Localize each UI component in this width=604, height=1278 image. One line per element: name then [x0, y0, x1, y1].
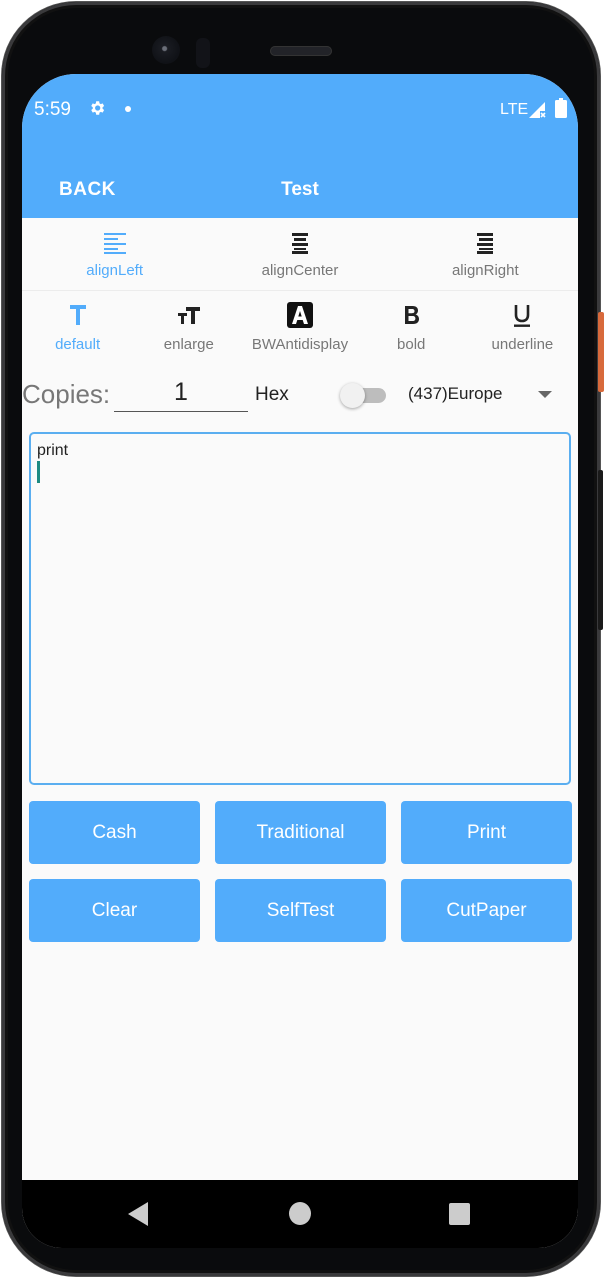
align-left-option[interactable]: alignLeft: [22, 218, 207, 290]
style-bold-label: bold: [397, 336, 426, 353]
signal-no-service-icon: [529, 102, 546, 118]
status-time: 5:59: [34, 99, 71, 120]
align-center-label: alignCenter: [261, 262, 339, 279]
clear-button[interactable]: Clear: [29, 879, 200, 942]
alignment-selector: alignLeft alignCenter alignRight: [22, 218, 578, 291]
style-enlarge-option[interactable]: enlarge: [133, 292, 244, 364]
battery-icon: [555, 98, 567, 118]
proximity-sensor: [196, 38, 210, 68]
text-style-selector: default enlarge BWAntidisplay bold under…: [22, 292, 578, 364]
style-bwantidisplay-option[interactable]: BWAntidisplay: [244, 292, 355, 364]
nav-back-icon[interactable]: [128, 1202, 148, 1226]
align-center-option[interactable]: alignCenter: [207, 218, 392, 290]
align-right-icon: [477, 233, 494, 254]
style-default-label: default: [55, 336, 101, 353]
style-bold-option[interactable]: bold: [356, 292, 467, 364]
selftest-button[interactable]: SelfTest: [215, 879, 386, 942]
style-underline-option[interactable]: underline: [467, 292, 578, 364]
cutpaper-button[interactable]: CutPaper: [401, 879, 572, 942]
action-buttons: Cash Traditional Print Clear SelfTest Cu…: [29, 801, 572, 942]
nav-recents-icon[interactable]: [449, 1203, 470, 1225]
earpiece-speaker: [270, 46, 332, 56]
hex-label: Hex: [255, 384, 289, 405]
gear-icon: [91, 101, 105, 115]
align-right-option[interactable]: alignRight: [393, 218, 578, 290]
power-button: [598, 312, 604, 392]
copies-input[interactable]: [114, 374, 248, 412]
volume-button: [598, 470, 603, 630]
style-enlarge-label: enlarge: [163, 336, 214, 353]
hex-toggle-thumb: [340, 383, 365, 408]
text-default-icon: [69, 305, 86, 325]
align-center-icon: [291, 233, 308, 254]
style-default-option[interactable]: default: [22, 292, 133, 364]
system-nav-bar: [22, 1180, 578, 1248]
print-options: Copies: Hex (437)Europe: [22, 364, 578, 424]
align-left-label: alignLeft: [86, 262, 144, 279]
cash-button[interactable]: Cash: [29, 801, 200, 864]
network-type: LTE: [500, 101, 529, 118]
app-bar: 5:59 LTE BACK Test: [22, 74, 578, 218]
print-content-input[interactable]: [29, 432, 571, 785]
align-left-icon: [103, 233, 126, 254]
align-right-label: alignRight: [451, 262, 519, 279]
screen: 5:59 LTE BACK Test alignLeft alignCenter…: [22, 74, 578, 1248]
underline-icon: [514, 305, 531, 327]
copies-label: Copies:: [22, 379, 111, 409]
nav-home-icon[interactable]: [289, 1202, 311, 1225]
traditional-button[interactable]: Traditional: [215, 801, 386, 864]
inverse-a-icon: [287, 302, 313, 328]
dropdown-arrow-icon: [538, 391, 552, 398]
notification-dot-icon: [125, 106, 131, 112]
print-button[interactable]: Print: [401, 801, 572, 864]
text-cursor: [37, 461, 40, 483]
front-camera: [152, 36, 180, 64]
codepage-select[interactable]: (437)Europe: [408, 377, 558, 413]
status-bar: 5:59 LTE: [22, 74, 578, 144]
codepage-selected-value: (437)Europe: [408, 384, 503, 403]
page-title: Test: [281, 179, 319, 200]
text-enlarge-icon: [177, 307, 200, 324]
hex-toggle[interactable]: [340, 382, 388, 408]
bold-icon: [405, 306, 420, 324]
style-underline-label: underline: [491, 336, 554, 353]
style-bwantidisplay-label: BWAntidisplay: [251, 336, 349, 353]
